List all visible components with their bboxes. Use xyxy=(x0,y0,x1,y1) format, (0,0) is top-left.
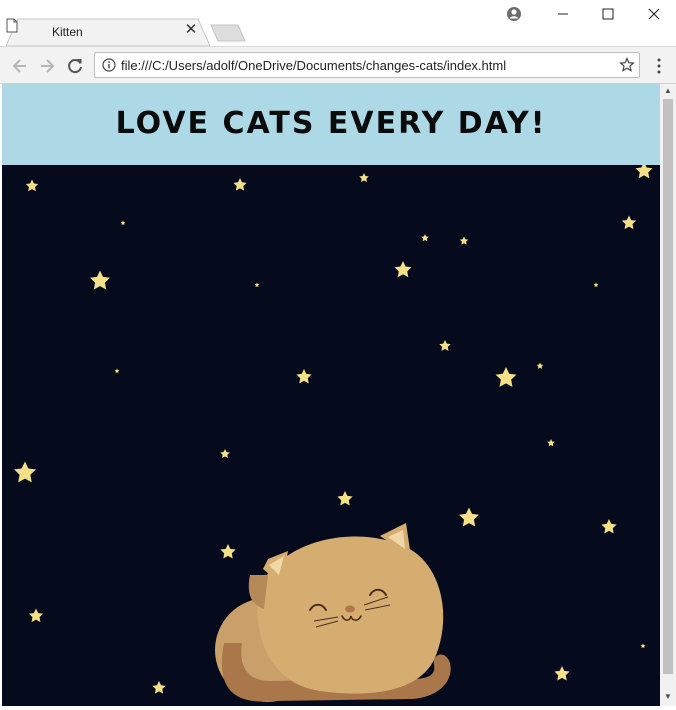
tab-shape xyxy=(6,18,210,46)
night-sky xyxy=(2,165,660,706)
menu-icon[interactable] xyxy=(652,57,666,75)
info-icon[interactable] xyxy=(102,58,116,72)
url-text[interactable]: file:///C:/Users/adolf/OneDrive/Document… xyxy=(121,58,506,73)
title-bar: Kitten ✕ xyxy=(0,0,676,46)
bookmark-star-icon[interactable] xyxy=(619,57,635,73)
close-button[interactable] xyxy=(640,4,668,24)
close-icon xyxy=(648,8,660,20)
back-icon[interactable] xyxy=(10,56,30,76)
page-title: Love cats every day! xyxy=(115,106,547,141)
address-bar[interactable]: file:///C:/Users/adolf/OneDrive/Document… xyxy=(94,52,640,78)
scroll-down-icon[interactable]: ▼ xyxy=(663,692,673,702)
new-tab-button[interactable] xyxy=(210,24,246,42)
minimize-icon xyxy=(558,13,568,15)
page-scrollbar[interactable]: ▲ ▼ xyxy=(660,84,676,706)
page-header: Love cats every day! xyxy=(2,84,660,165)
browser-toolbar: file:///C:/Users/adolf/OneDrive/Document… xyxy=(0,46,676,84)
maximize-icon xyxy=(602,8,614,20)
window-bottom-edge xyxy=(0,706,676,710)
tab-close-icon[interactable]: ✕ xyxy=(184,22,198,37)
cat-illustration xyxy=(215,523,451,702)
tab-kitten[interactable]: Kitten ✕ xyxy=(6,18,210,46)
account-icon[interactable] xyxy=(506,6,522,22)
file-icon xyxy=(6,18,18,33)
maximize-button[interactable] xyxy=(594,4,622,24)
scroll-thumb[interactable] xyxy=(663,99,673,674)
forward-icon[interactable] xyxy=(37,56,57,76)
starfield xyxy=(14,165,653,702)
scroll-up-icon[interactable]: ▲ xyxy=(663,86,673,96)
reload-icon[interactable] xyxy=(65,56,85,76)
minimize-button[interactable] xyxy=(549,4,577,24)
page-viewport: Love cats every day! xyxy=(2,84,660,706)
tab-title: Kitten xyxy=(52,25,83,39)
